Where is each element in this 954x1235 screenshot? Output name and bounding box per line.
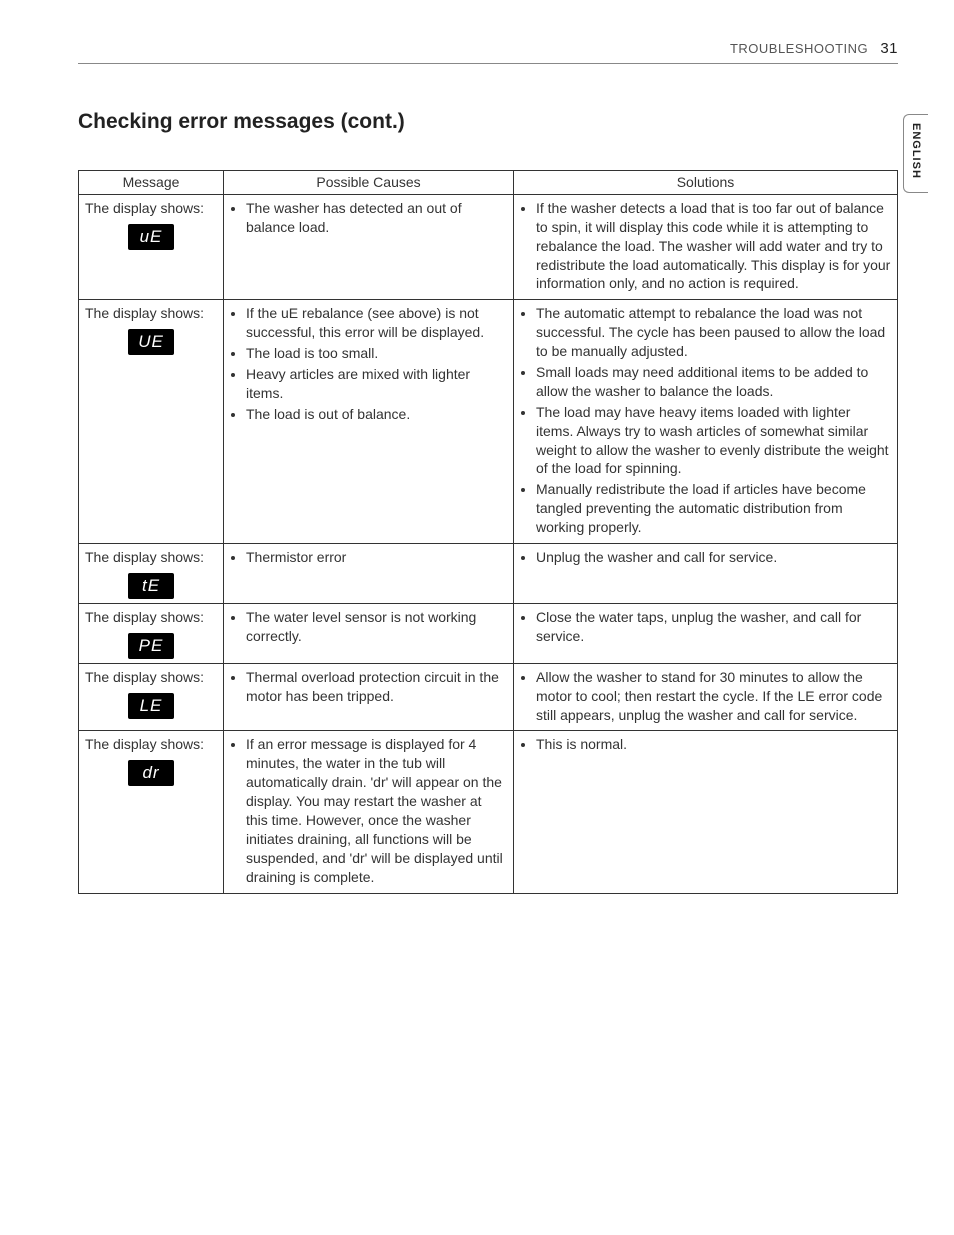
solutions-cell: The automatic attempt to rebalance the l… [514, 300, 898, 544]
causes-cell: The washer has detected an out of balanc… [224, 194, 514, 299]
solution-item: If the washer detects a load that is too… [536, 199, 891, 293]
table-row: The display shows: PE The water level sens… [79, 603, 898, 663]
solution-item: This is normal. [536, 735, 891, 754]
error-messages-table: Message Possible Causes Solutions The di… [78, 170, 898, 894]
solutions-cell: If the washer detects a load that is too… [514, 194, 898, 299]
col-header-causes: Possible Causes [224, 171, 514, 195]
error-code-badge: PE [128, 633, 174, 659]
error-code-badge: tE [128, 573, 174, 599]
message-cell: The display shows: tE [79, 544, 224, 604]
header-section: Troubleshooting [730, 41, 868, 56]
language-label: ENGLISH [910, 123, 922, 179]
display-shows-label: The display shows: [85, 608, 217, 627]
solution-item: Manually redistribute the load if articl… [536, 480, 891, 537]
cause-item: If the uE rebalance (see above) is not s… [246, 304, 507, 342]
message-cell: The display shows: UE [79, 300, 224, 544]
causes-cell: The water level sensor is not working co… [224, 603, 514, 663]
cause-item: If an error message is displayed for 4 m… [246, 735, 507, 886]
error-code-badge: dr [128, 760, 174, 786]
language-tab: ENGLISH [903, 114, 928, 193]
cause-item: Thermistor error [246, 548, 507, 567]
solution-item: The load may have heavy items loaded wit… [536, 403, 891, 479]
table-row: The display shows: UE If the uE rebalance … [79, 300, 898, 544]
table-row: The display shows: dr If an error message … [79, 731, 898, 893]
cause-item: The washer has detected an out of balanc… [246, 199, 507, 237]
page-title: Checking error messages (cont.) [78, 110, 898, 134]
header-page-number: 31 [880, 40, 898, 57]
message-cell: The display shows: uE [79, 194, 224, 299]
error-code-badge: UE [128, 329, 174, 355]
solution-item: Allow the washer to stand for 30 minutes… [536, 668, 891, 725]
display-shows-label: The display shows: [85, 548, 217, 567]
solutions-cell: Unplug the washer and call for service. [514, 544, 898, 604]
display-shows-label: The display shows: [85, 735, 217, 754]
cause-item: Thermal overload protection circuit in t… [246, 668, 507, 706]
cause-item: Heavy articles are mixed with lighter it… [246, 365, 507, 403]
error-code-badge: LE [128, 693, 174, 719]
col-header-message: Message [79, 171, 224, 195]
table-row: The display shows: LE Thermal overload pro… [79, 663, 898, 731]
display-shows-label: The display shows: [85, 199, 217, 218]
cause-item: The load is out of balance. [246, 405, 507, 424]
display-shows-label: The display shows: [85, 304, 217, 323]
running-header: Troubleshooting 31 [78, 40, 898, 64]
cause-item: The load is too small. [246, 344, 507, 363]
message-cell: The display shows: LE [79, 663, 224, 731]
message-cell: The display shows: dr [79, 731, 224, 893]
causes-cell: If the uE rebalance (see above) is not s… [224, 300, 514, 544]
col-header-solutions: Solutions [514, 171, 898, 195]
solutions-cell: Allow the washer to stand for 30 minutes… [514, 663, 898, 731]
solution-item: Small loads may need additional items to… [536, 363, 891, 401]
table-row: The display shows: uE The washer has detec… [79, 194, 898, 299]
table-row: The display shows: tE Thermistor error Unpl… [79, 544, 898, 604]
solution-item: Unplug the washer and call for service. [536, 548, 891, 567]
solution-item: Close the water taps, unplug the washer,… [536, 608, 891, 646]
display-shows-label: The display shows: [85, 668, 217, 687]
solutions-cell: Close the water taps, unplug the washer,… [514, 603, 898, 663]
message-cell: The display shows: PE [79, 603, 224, 663]
causes-cell: If an error message is displayed for 4 m… [224, 731, 514, 893]
solution-item: The automatic attempt to rebalance the l… [536, 304, 891, 361]
cause-item: The water level sensor is not working co… [246, 608, 507, 646]
error-code-badge: uE [128, 224, 174, 250]
causes-cell: Thermal overload protection circuit in t… [224, 663, 514, 731]
solutions-cell: This is normal. [514, 731, 898, 893]
causes-cell: Thermistor error [224, 544, 514, 604]
